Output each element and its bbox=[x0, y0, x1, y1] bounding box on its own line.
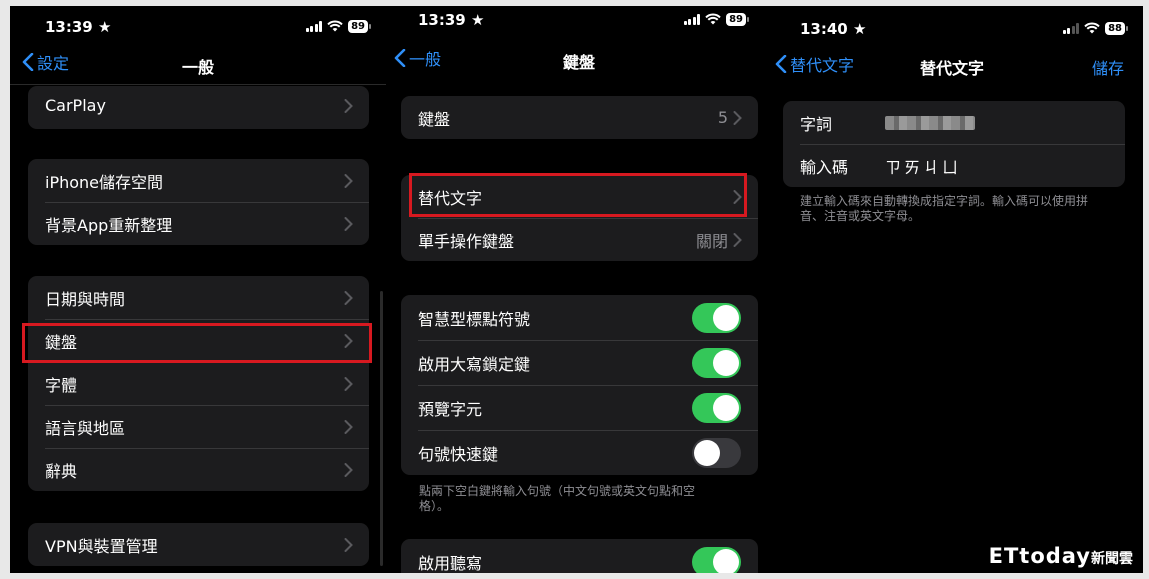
smart-punctuation-toggle[interactable] bbox=[692, 302, 741, 333]
signal-icon bbox=[1062, 22, 1080, 34]
page-title: 替代文字 bbox=[920, 59, 985, 78]
chevron-right-icon bbox=[344, 537, 353, 552]
period-shortcut-toggle[interactable] bbox=[692, 437, 741, 468]
chevron-right-icon bbox=[344, 173, 353, 188]
toggle-row-smart-punctuation: 智慧型標點符號 bbox=[401, 295, 758, 340]
toggle-row-dictation: 啟用聽寫 bbox=[401, 539, 758, 573]
ettoday-watermark-logo: ETtoday新聞雲 bbox=[988, 544, 1133, 568]
status-icons: 88 bbox=[1062, 21, 1128, 35]
toggle-row-period-shortcut: 句號快速鍵 bbox=[401, 430, 758, 475]
nav-bar: 替代文字 替代文字 儲存 bbox=[763, 52, 1143, 82]
status-time: 13:39 ★ bbox=[418, 11, 485, 29]
chevron-right-icon bbox=[344, 419, 353, 434]
settings-group-vpn: VPN與裝置管理 bbox=[28, 523, 369, 566]
text-replacement-row[interactable]: 替代文字 bbox=[401, 175, 758, 218]
shortcut-label: 輸入碼 bbox=[800, 157, 849, 177]
settings-row-keyboard[interactable]: 鍵盤 bbox=[28, 319, 369, 362]
chevron-right-icon bbox=[733, 189, 742, 204]
battery-icon: 88 bbox=[1105, 21, 1128, 35]
phrase-field[interactable]: 字詞 bbox=[783, 101, 1125, 144]
chevron-right-icon bbox=[344, 98, 353, 113]
status-icons: 89 bbox=[305, 19, 371, 33]
character-preview-toggle[interactable] bbox=[692, 392, 741, 423]
chevron-right-icon bbox=[344, 216, 353, 231]
keyboards-count: 5 bbox=[717, 108, 728, 127]
nav-bar: 一般 鍵盤 bbox=[386, 46, 763, 76]
caps-lock-toggle[interactable] bbox=[692, 347, 741, 378]
scrollbar[interactable] bbox=[380, 291, 383, 566]
status-time: 13:39 ★ bbox=[45, 18, 112, 36]
nav-divider bbox=[10, 84, 386, 85]
keyboards-row[interactable]: 鍵盤 5 bbox=[401, 96, 758, 139]
replacement-footnote: 建立輸入碼來自動轉換成指定字詞。輸入碼可以使用拼音、注音或英文字母。 bbox=[800, 194, 1089, 223]
status-bar: 13:39 ★ 89 bbox=[10, 6, 386, 36]
save-button[interactable]: 儲存 bbox=[1092, 55, 1124, 79]
settings-row-dictionary[interactable]: 辭典 bbox=[28, 448, 369, 491]
chevron-left-icon bbox=[22, 53, 34, 71]
general-settings-screen: 13:39 ★ 89 設定 一般 CarPlay iPhone儲存空間 背景Ap… bbox=[10, 6, 386, 573]
settings-row-iphone-storage[interactable]: iPhone儲存空間 bbox=[28, 159, 369, 202]
chevron-right-icon bbox=[733, 110, 742, 125]
chevron-left-icon bbox=[394, 49, 406, 67]
status-time: 13:40 ★ bbox=[800, 20, 867, 38]
keyboards-group: 鍵盤 5 bbox=[401, 96, 758, 139]
back-button[interactable]: 替代文字 bbox=[775, 52, 854, 76]
period-shortcut-footnote: 點兩下空白鍵將輸入句號（中文句號或英文句點和空格）。 bbox=[419, 484, 696, 513]
battery-icon: 89 bbox=[348, 19, 371, 33]
keyboard-toggles-group: 智慧型標點符號 啟用大寫鎖定鍵 預覽字元 句號快速鍵 bbox=[401, 295, 758, 475]
chevron-left-icon bbox=[775, 55, 787, 73]
dictation-group: 啟用聽寫 bbox=[401, 539, 758, 573]
chevron-right-icon bbox=[733, 232, 742, 247]
phrase-value-redacted bbox=[885, 115, 975, 130]
toggle-row-caps-lock: 啟用大寫鎖定鍵 bbox=[401, 340, 758, 385]
chevron-right-icon bbox=[344, 333, 353, 348]
settings-row-background-refresh[interactable]: 背景App重新整理 bbox=[28, 202, 369, 245]
back-button[interactable]: 設定 bbox=[22, 50, 69, 74]
text-replacement-screen: 13:40 ★ 88 替代文字 替代文字 儲存 字詞 輸入碼 ㄗㄞㄐㄩ 建立輸入… bbox=[763, 6, 1143, 573]
dictation-toggle[interactable] bbox=[692, 546, 741, 573]
settings-row-carplay[interactable]: CarPlay bbox=[28, 86, 369, 127]
shortcut-field[interactable]: 輸入碼 ㄗㄞㄐㄩ bbox=[783, 144, 1125, 187]
settings-row-fonts[interactable]: 字體 bbox=[28, 362, 369, 405]
settings-row-vpn[interactable]: VPN與裝置管理 bbox=[28, 523, 369, 566]
phrase-label: 字詞 bbox=[800, 114, 833, 134]
wifi-icon bbox=[327, 20, 343, 32]
page-title: 鍵盤 bbox=[563, 53, 596, 72]
wifi-icon bbox=[705, 13, 721, 25]
battery-icon: 89 bbox=[726, 12, 749, 26]
settings-group-storage: iPhone儲存空間 背景App重新整理 bbox=[28, 159, 369, 245]
back-button[interactable]: 一般 bbox=[394, 46, 441, 70]
page-title: 一般 bbox=[182, 58, 215, 77]
status-bar: 13:39 ★ 89 bbox=[386, 6, 763, 29]
status-bar: 13:40 ★ 88 bbox=[763, 8, 1143, 38]
status-icons: 89 bbox=[683, 12, 749, 26]
replacement-form: 字詞 輸入碼 ㄗㄞㄐㄩ bbox=[783, 101, 1125, 187]
settings-row-date-time[interactable]: 日期與時間 bbox=[28, 276, 369, 319]
settings-group-carplay: CarPlay bbox=[28, 86, 369, 129]
shortcut-value: ㄗㄞㄐㄩ bbox=[885, 157, 962, 177]
signal-icon bbox=[683, 13, 701, 25]
toggle-row-character-preview: 預覽字元 bbox=[401, 385, 758, 430]
text-replacement-group: 替代文字 單手操作鍵盤 關閉 bbox=[401, 175, 758, 261]
settings-group-keyboard: 日期與時間 鍵盤 字體 語言與地區 辭典 bbox=[28, 276, 369, 491]
one-handed-keyboard-row[interactable]: 單手操作鍵盤 關閉 bbox=[401, 218, 758, 261]
settings-row-language-region[interactable]: 語言與地區 bbox=[28, 405, 369, 448]
signal-icon bbox=[305, 20, 323, 32]
chevron-right-icon bbox=[344, 290, 353, 305]
keyboard-settings-screen: 13:39 ★ 89 一般 鍵盤 鍵盤 5 替代文字 單手操作鍵盤 關閉 智慧型… bbox=[386, 6, 763, 573]
nav-bar: 設定 一般 bbox=[10, 50, 386, 80]
wifi-icon bbox=[1084, 22, 1100, 34]
one-handed-value: 關閉 bbox=[695, 231, 728, 251]
chevron-right-icon bbox=[344, 376, 353, 391]
chevron-right-icon bbox=[344, 462, 353, 477]
